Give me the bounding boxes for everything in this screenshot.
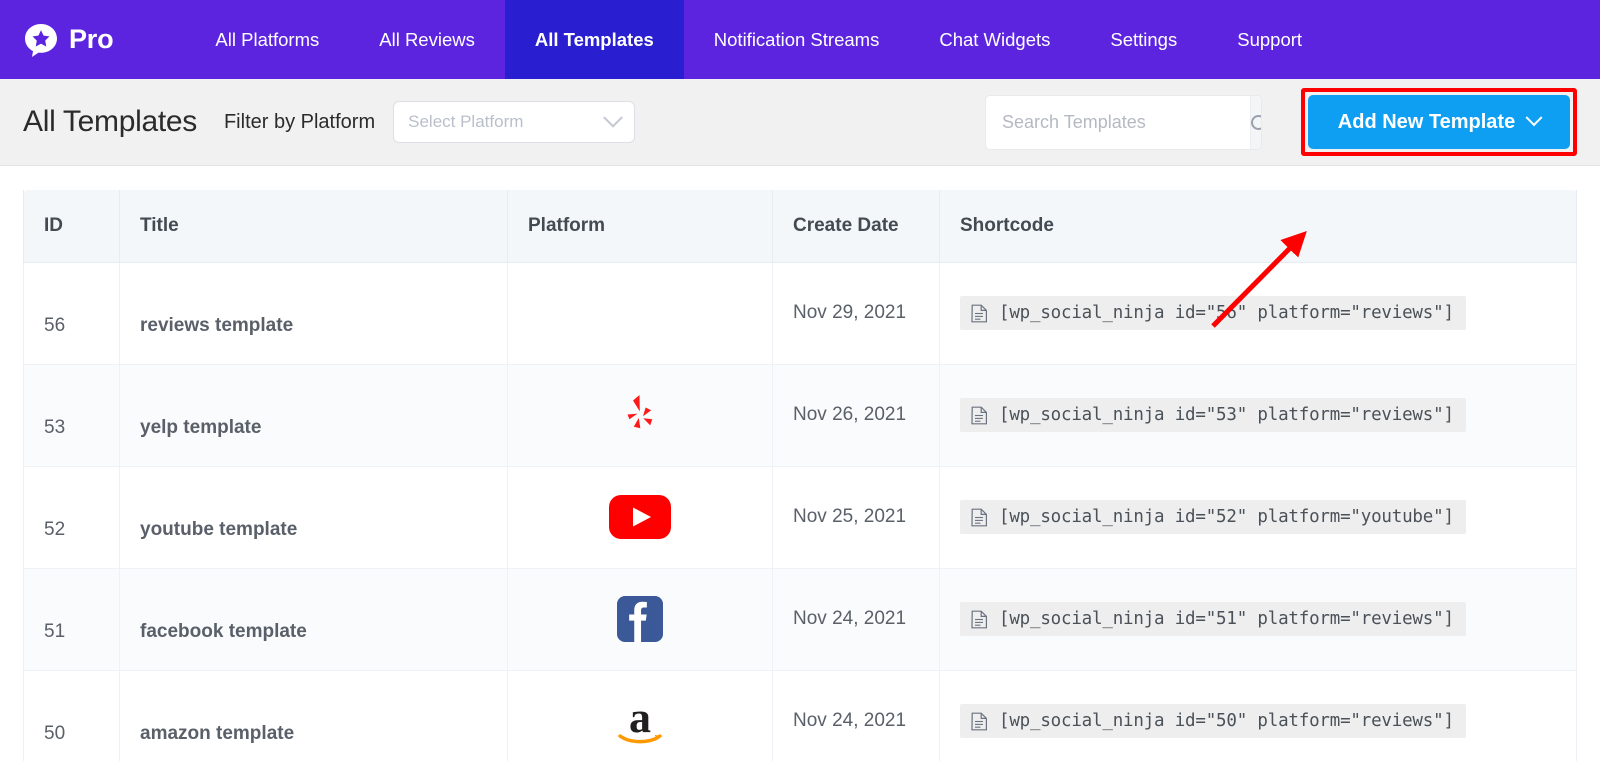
yelp-icon [619,392,661,438]
shortcode-copy-chip[interactable]: [wp_social_ninja id="50" platform="revie… [960,704,1466,738]
document-copy-icon [971,406,988,425]
cell-platform [508,466,773,568]
chevron-down-icon [1526,109,1543,126]
shortcode-copy-chip[interactable]: [wp_social_ninja id="56" platform="revie… [960,296,1466,330]
cell-create-date: Nov 24, 2021 [773,568,940,670]
cell-id: 53 [24,364,120,466]
document-copy-icon [971,508,988,527]
star-bubble-logo-icon [23,22,59,58]
cell-shortcode: [wp_social_ninja id="53" platform="revie… [940,364,1577,466]
shortcode-text: [wp_social_ninja id="53" platform="revie… [999,405,1454,425]
table-row[interactable]: 56 reviews template Nov 29, 2021 [24,262,1577,364]
brand-logo[interactable]: Pro [0,0,143,79]
add-new-template-highlight: Add New Template [1301,88,1577,156]
svg-text:a: a [629,696,651,742]
platform-icon-empty [508,263,772,364]
cell-id: 56 [24,262,120,364]
add-new-template-button[interactable]: Add New Template [1308,95,1570,149]
table-header-row: ID Title Platform Create Date Shortcode [24,190,1577,262]
document-copy-icon [971,712,988,731]
cell-create-date: Nov 26, 2021 [773,364,940,466]
chevron-down-icon [603,108,623,128]
cell-title: amazon template [120,670,508,761]
toolbar-right-group: Add New Template [985,88,1577,156]
nav-item-all-platforms[interactable]: All Platforms [185,0,349,79]
filter-by-platform-label: Filter by Platform [224,111,375,134]
cell-id: 50 [24,670,120,761]
nav-item-settings[interactable]: Settings [1080,0,1207,79]
cell-title: facebook template [120,568,508,670]
platform-select-dropdown[interactable]: Select Platform [393,101,635,143]
search-input[interactable] [986,96,1250,149]
shortcode-text: [wp_social_ninja id="50" platform="revie… [999,711,1454,731]
templates-table: ID Title Platform Create Date Shortcode … [23,190,1577,761]
cell-id: 52 [24,466,120,568]
cell-shortcode: [wp_social_ninja id="52" platform="youtu… [940,466,1577,568]
document-copy-icon [971,304,988,323]
toolbar: All Templates Filter by Platform Select … [0,79,1600,166]
cell-shortcode: [wp_social_ninja id="51" platform="revie… [940,568,1577,670]
amazon-icon: a [612,696,668,746]
column-header-title[interactable]: Title [120,190,508,262]
templates-table-area: ID Title Platform Create Date Shortcode … [0,166,1600,761]
nav-item-support[interactable]: Support [1207,0,1332,79]
cell-platform: a [508,670,773,761]
table-row[interactable]: 50 amazon template a Nov 24, 2021 [24,670,1577,761]
shortcode-copy-chip[interactable]: [wp_social_ninja id="52" platform="youtu… [960,500,1466,534]
platform-select-value: Select Platform [408,112,606,132]
column-header-platform[interactable]: Platform [508,190,773,262]
facebook-icon [617,596,663,642]
cell-create-date: Nov 24, 2021 [773,670,940,761]
nav-items: All Platforms All Reviews All Templates … [185,0,1332,79]
page-title: All Templates [23,107,197,137]
table-row[interactable]: 51 facebook template Nov 24, 2021 [24,568,1577,670]
table-row[interactable]: 52 youtube template Nov 25, 2021 [24,466,1577,568]
cell-title: reviews template [120,262,508,364]
add-new-template-label: Add New Template [1338,111,1515,134]
cell-create-date: Nov 25, 2021 [773,466,940,568]
youtube-icon [609,495,671,539]
column-header-shortcode[interactable]: Shortcode [940,190,1577,262]
shortcode-text: [wp_social_ninja id="52" platform="youtu… [999,507,1454,527]
table-body: 56 reviews template Nov 29, 2021 [24,262,1577,761]
cell-platform [508,568,773,670]
cell-create-date: Nov 29, 2021 [773,262,940,364]
nav-item-chat-widgets[interactable]: Chat Widgets [909,0,1080,79]
search-button[interactable] [1250,96,1262,149]
nav-item-all-templates[interactable]: All Templates [505,0,684,79]
shortcode-copy-chip[interactable]: [wp_social_ninja id="53" platform="revie… [960,398,1466,432]
cell-shortcode: [wp_social_ninja id="50" platform="revie… [940,670,1577,761]
search-box [985,95,1262,150]
shortcode-copy-chip[interactable]: [wp_social_ninja id="51" platform="revie… [960,602,1466,636]
table-row[interactable]: 53 yelp template [24,364,1577,466]
cell-platform [508,364,773,466]
search-icon [1251,115,1262,130]
shortcode-text: [wp_social_ninja id="56" platform="revie… [999,303,1454,323]
nav-item-all-reviews[interactable]: All Reviews [349,0,505,79]
nav-item-notification-streams[interactable]: Notification Streams [684,0,910,79]
cell-platform [508,262,773,364]
top-navigation-bar: Pro All Platforms All Reviews All Templa… [0,0,1600,79]
cell-title: yelp template [120,364,508,466]
column-header-create-date[interactable]: Create Date [773,190,940,262]
brand-name: Pro [69,26,113,53]
cell-id: 51 [24,568,120,670]
column-header-id[interactable]: ID [24,190,120,262]
document-copy-icon [971,610,988,629]
cell-title: youtube template [120,466,508,568]
shortcode-text: [wp_social_ninja id="51" platform="revie… [999,609,1454,629]
cell-shortcode: [wp_social_ninja id="56" platform="revie… [940,262,1577,364]
table-header: ID Title Platform Create Date Shortcode [24,190,1577,262]
